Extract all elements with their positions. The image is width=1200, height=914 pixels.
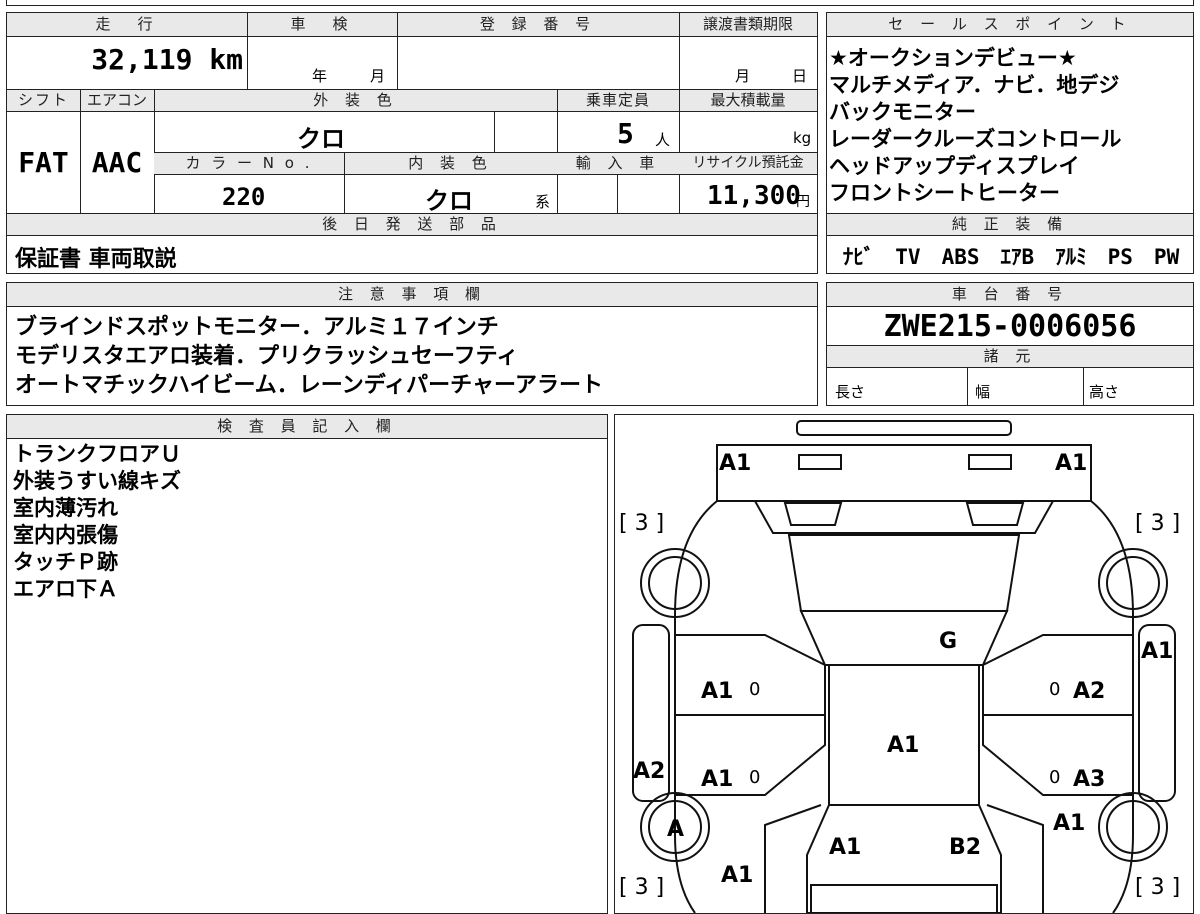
sales-points-header: セ ー ル ス ポ イ ン ト xyxy=(827,13,1193,37)
import-header: 輸 入 車 xyxy=(557,153,679,175)
transfer-month: 月 xyxy=(735,67,751,85)
recycle-header: リサイクル預託金 xyxy=(679,153,817,175)
sales-point-line: フロントシートヒーター xyxy=(829,181,1060,205)
mark-roof: A1 xyxy=(887,733,920,758)
sales-point-line: マルチメディア．ナビ．地デジ xyxy=(829,73,1120,97)
mark-zero: 0 xyxy=(749,679,761,700)
mark-hood-left: A1 xyxy=(829,835,862,860)
equipment-header: 純 正 装 備 xyxy=(827,214,1193,236)
note-line: ブラインドスポットモニター．アルミ１７インチ xyxy=(15,315,499,340)
mark-wheel-front-left: A xyxy=(667,817,685,842)
inspector-list: トランクフロアＵ 外装うすい線キズ 室内薄汚れ 室内内張傷 タッチＰ跡 エアロ下… xyxy=(13,441,181,603)
mark-door-front-left: A1 xyxy=(701,767,734,792)
mark-right-front: A1 xyxy=(1053,811,1086,836)
mark-door-front-right: A3 xyxy=(1073,767,1106,792)
sales-point-line: ★オークションデビュー★ xyxy=(829,46,1077,70)
inspector-line: 外装うすい線キズ xyxy=(13,469,181,493)
chassis-box: 車 台 番 号 ZWE215-0006056 諸 元 長さ 幅 高さ xyxy=(826,282,1194,406)
notes-list: ブラインドスポットモニター．アルミ１７インチ モデリスタエアロ装着．プリクラッシ… xyxy=(15,313,603,400)
main-info-table: 走 行 車 検 登 録 番 号 譲渡書類期限 32,119 km 年 月 月 日… xyxy=(6,12,818,274)
sales-point-line: レーダークルーズコントロール xyxy=(829,127,1122,151)
maxload-unit: kg xyxy=(793,129,812,147)
mark-rear-left: A1 xyxy=(719,451,752,476)
registration-header: 登 録 番 号 xyxy=(397,13,679,37)
mark-right-rear-fender: A1 xyxy=(1141,639,1174,664)
spec-header: 諸 元 xyxy=(827,346,1193,368)
mileage-value: 32,119 km xyxy=(91,43,243,76)
interior-unit: 系 xyxy=(535,193,551,211)
shift-value: FAT xyxy=(18,146,69,179)
mark-glass: G xyxy=(939,629,958,654)
notes-box: 注 意 事 項 欄 ブラインドスポットモニター．アルミ１７インチ モデリスタエア… xyxy=(6,282,818,406)
transfer-day: 日 xyxy=(792,67,808,85)
mark-rear-right: A1 xyxy=(1055,451,1088,476)
mark-door-rear-right: A2 xyxy=(1073,679,1106,704)
inspector-line: トランクフロアＵ xyxy=(13,442,181,466)
equipment-value: ﾅﾋﾞ TV ABS ｴｱB ｱﾙﾐ PS PW xyxy=(842,245,1180,269)
chassis-value: ZWE215-0006056 xyxy=(883,309,1137,344)
exterior-value: クロ xyxy=(297,125,345,153)
inspection-header: 車 検 xyxy=(247,13,397,37)
mark-door-rear-left: A1 xyxy=(701,679,734,704)
inspector-line: エアロ下Ａ xyxy=(13,577,118,601)
inspection-month: 月 xyxy=(370,67,386,85)
later-parts-header: 後 日 発 送 部 品 xyxy=(7,214,817,236)
inspector-line: タッチＰ跡 xyxy=(13,550,118,574)
mark-zero: 0 xyxy=(1049,767,1061,788)
interior-value: クロ xyxy=(425,187,473,215)
interior-header: 内 装 色 xyxy=(344,153,557,175)
note-line: モデリスタエアロ装着．プリクラッシュセーフティ xyxy=(15,344,519,369)
chassis-header: 車 台 番 号 xyxy=(827,283,1193,307)
colorno-value: 220 xyxy=(222,183,266,211)
inspector-line: 室内薄汚れ xyxy=(13,496,118,520)
maxload-header: 最大積載量 xyxy=(679,90,817,112)
sales-points-box: セ ー ル ス ポ イ ン ト ★オークションデビュー★ マルチメディア．ナビ．… xyxy=(826,12,1194,274)
colorno-header: カ ラ ー N o . xyxy=(154,153,344,175)
height-label: 高さ xyxy=(1089,383,1120,401)
shift-header: シフト xyxy=(7,90,80,112)
mark-zero: 0 xyxy=(1049,679,1061,700)
mark-front-left: A1 xyxy=(721,863,754,888)
mark-zero: 0 xyxy=(749,767,761,788)
mark-tire-top-left: [ 3 ] xyxy=(619,511,665,536)
mileage-header: 走 行 xyxy=(7,13,247,37)
capacity-value: 5 xyxy=(617,117,634,150)
damage-diagram: A1 A1 [ 3 ] [ 3 ] G A1 A1 0 0 A2 A1 A2 A… xyxy=(614,414,1194,914)
mark-hood-right: B2 xyxy=(949,835,982,860)
recycle-unit: 円 xyxy=(796,194,810,210)
exterior-header: 外 装 色 xyxy=(154,90,557,112)
inspector-header: 検 査 員 記 入 欄 xyxy=(7,415,607,439)
transfer-header: 譲渡書類期限 xyxy=(679,13,817,37)
inspector-box: 検 査 員 記 入 欄 トランクフロアＵ 外装うすい線キズ 室内薄汚れ 室内内張… xyxy=(6,414,608,914)
mark-left-fender: A2 xyxy=(633,759,666,784)
top-strip xyxy=(6,0,1194,6)
inspection-year: 年 xyxy=(312,67,328,85)
mark-tire-bottom-left: [ 3 ] xyxy=(619,875,665,900)
width-label: 幅 xyxy=(975,383,991,401)
mark-tire-bottom-right: [ 3 ] xyxy=(1135,875,1181,900)
inspector-line: 室内内張傷 xyxy=(13,523,118,547)
sales-point-line: バックモニター xyxy=(829,100,976,124)
ac-header: エアコン xyxy=(80,90,154,112)
sales-points-list: ★オークションデビュー★ マルチメディア．ナビ．地デジ バックモニター レーダー… xyxy=(829,45,1121,207)
capacity-header: 乗車定員 xyxy=(557,90,679,112)
sales-point-line: ヘッドアップディスプレイ xyxy=(829,154,1080,178)
ac-value: AAC xyxy=(91,146,143,179)
recycle-value: 11,300 xyxy=(707,181,801,211)
length-label: 長さ xyxy=(835,383,866,401)
later-parts-value: 保証書 車両取説 xyxy=(15,247,177,272)
capacity-unit: 人 xyxy=(655,131,671,149)
notes-header: 注 意 事 項 欄 xyxy=(7,283,817,307)
note-line: オートマチックハイビーム．レーンディパーチャーアラート xyxy=(15,373,604,398)
mark-tire-top-right: [ 3 ] xyxy=(1135,511,1181,536)
car-outline-diagram xyxy=(632,420,1176,913)
